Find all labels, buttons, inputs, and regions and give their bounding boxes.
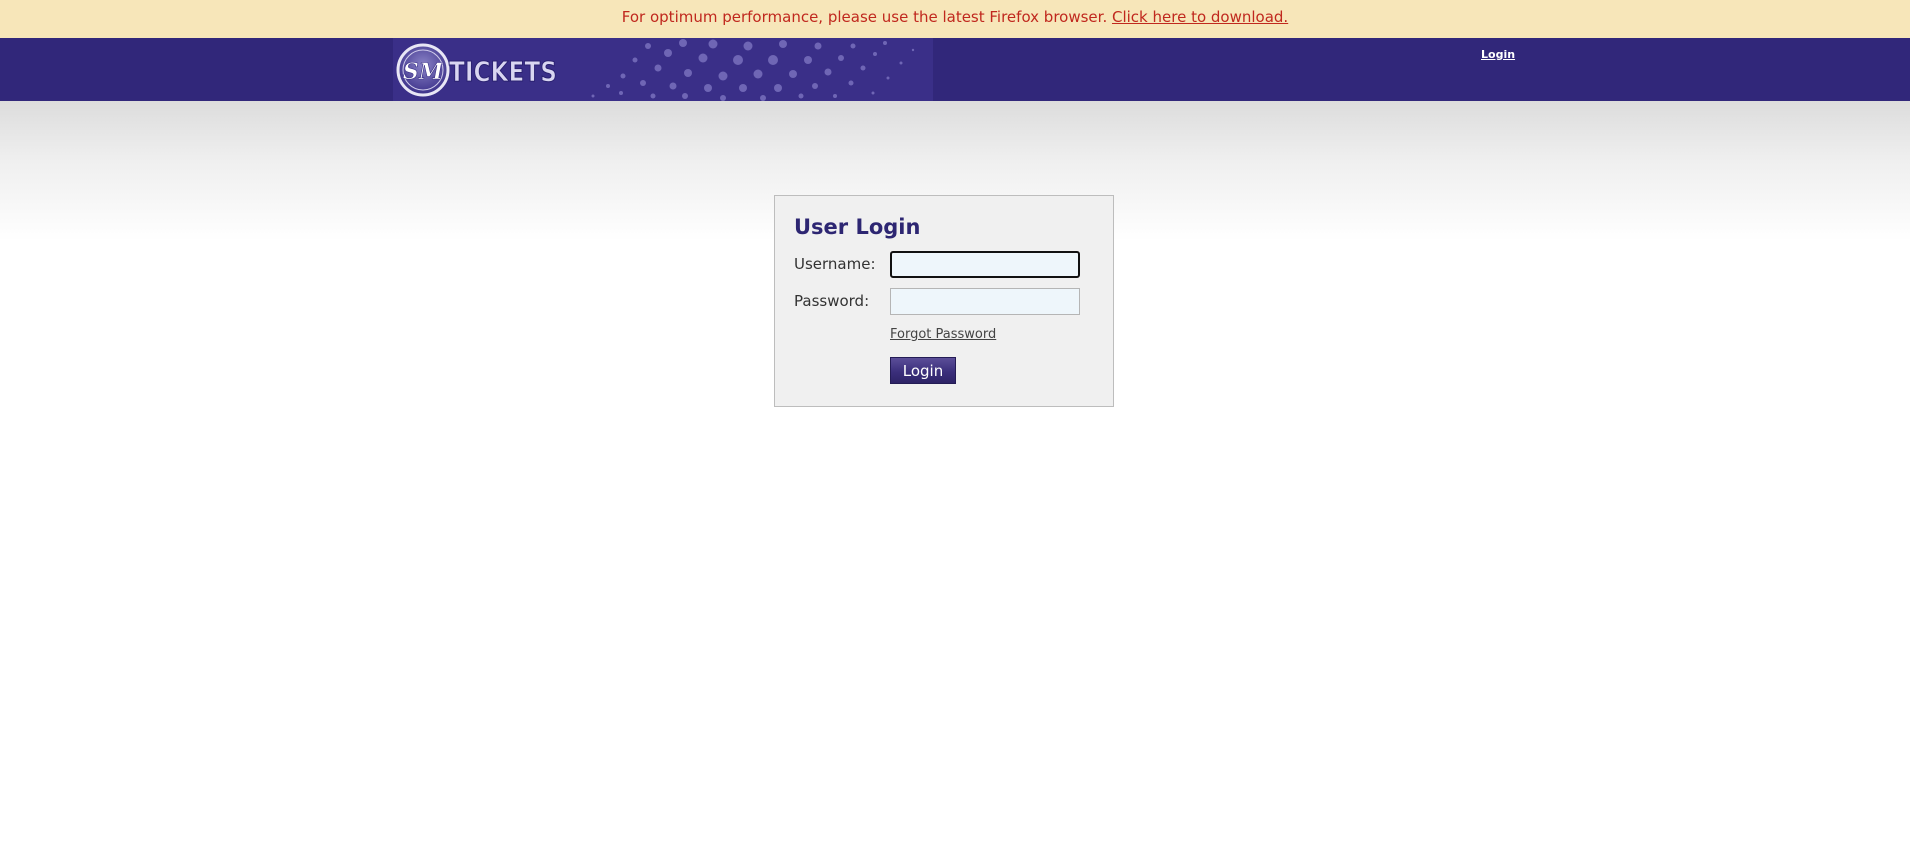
username-input[interactable] (890, 251, 1080, 278)
tickets-logo-text: TICKETS (449, 55, 557, 88)
login-title: User Login (794, 215, 921, 239)
user-login-panel: User Login Username: Password: Forgot Pa… (774, 195, 1114, 407)
sm-logo-mark: SM (403, 59, 444, 85)
header-login-link[interactable]: Login (1481, 48, 1515, 61)
password-input[interactable] (890, 288, 1080, 315)
username-label: Username: (794, 255, 876, 273)
sm-tickets-logo[interactable]: SM TICKETS (395, 41, 561, 99)
firefox-download-link[interactable]: Click here to download. (1112, 8, 1288, 26)
login-submit-button[interactable]: Login (890, 357, 956, 384)
browser-notice-bar: For optimum performance, please use the … (0, 0, 1910, 38)
decorative-dots (591, 39, 915, 101)
site-header: SM TICKETS Login (0, 38, 1910, 102)
header-banner: SM TICKETS (393, 38, 933, 102)
forgot-password-link[interactable]: Forgot Password (890, 327, 996, 342)
password-label: Password: (794, 292, 870, 310)
browser-notice-text: For optimum performance, please use the … (621, 8, 1112, 26)
